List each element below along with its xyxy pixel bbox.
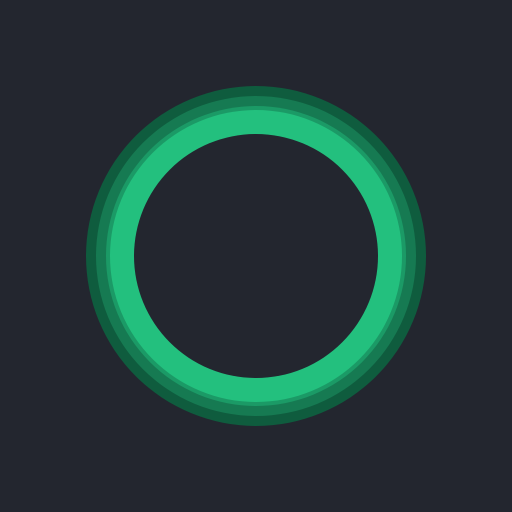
ring-icon bbox=[0, 0, 512, 512]
ring-center-hole bbox=[134, 134, 378, 378]
app-icon-canvas bbox=[0, 0, 512, 512]
